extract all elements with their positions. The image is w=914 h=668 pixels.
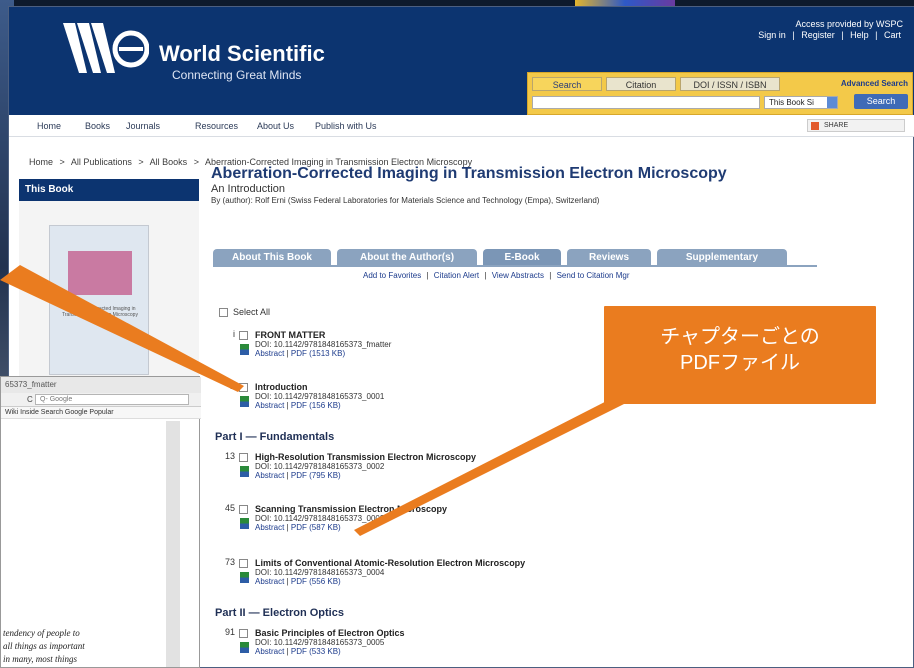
arrow-to-introduction-pdf bbox=[0, 265, 244, 392]
callout-line-2: PDFファイル bbox=[680, 352, 800, 374]
callout-line-1: チャプターごとの bbox=[660, 326, 820, 348]
arrow-to-chapter-pdf bbox=[354, 384, 648, 536]
callout-annotation: チャプターごとの PDFファイル bbox=[604, 306, 876, 404]
